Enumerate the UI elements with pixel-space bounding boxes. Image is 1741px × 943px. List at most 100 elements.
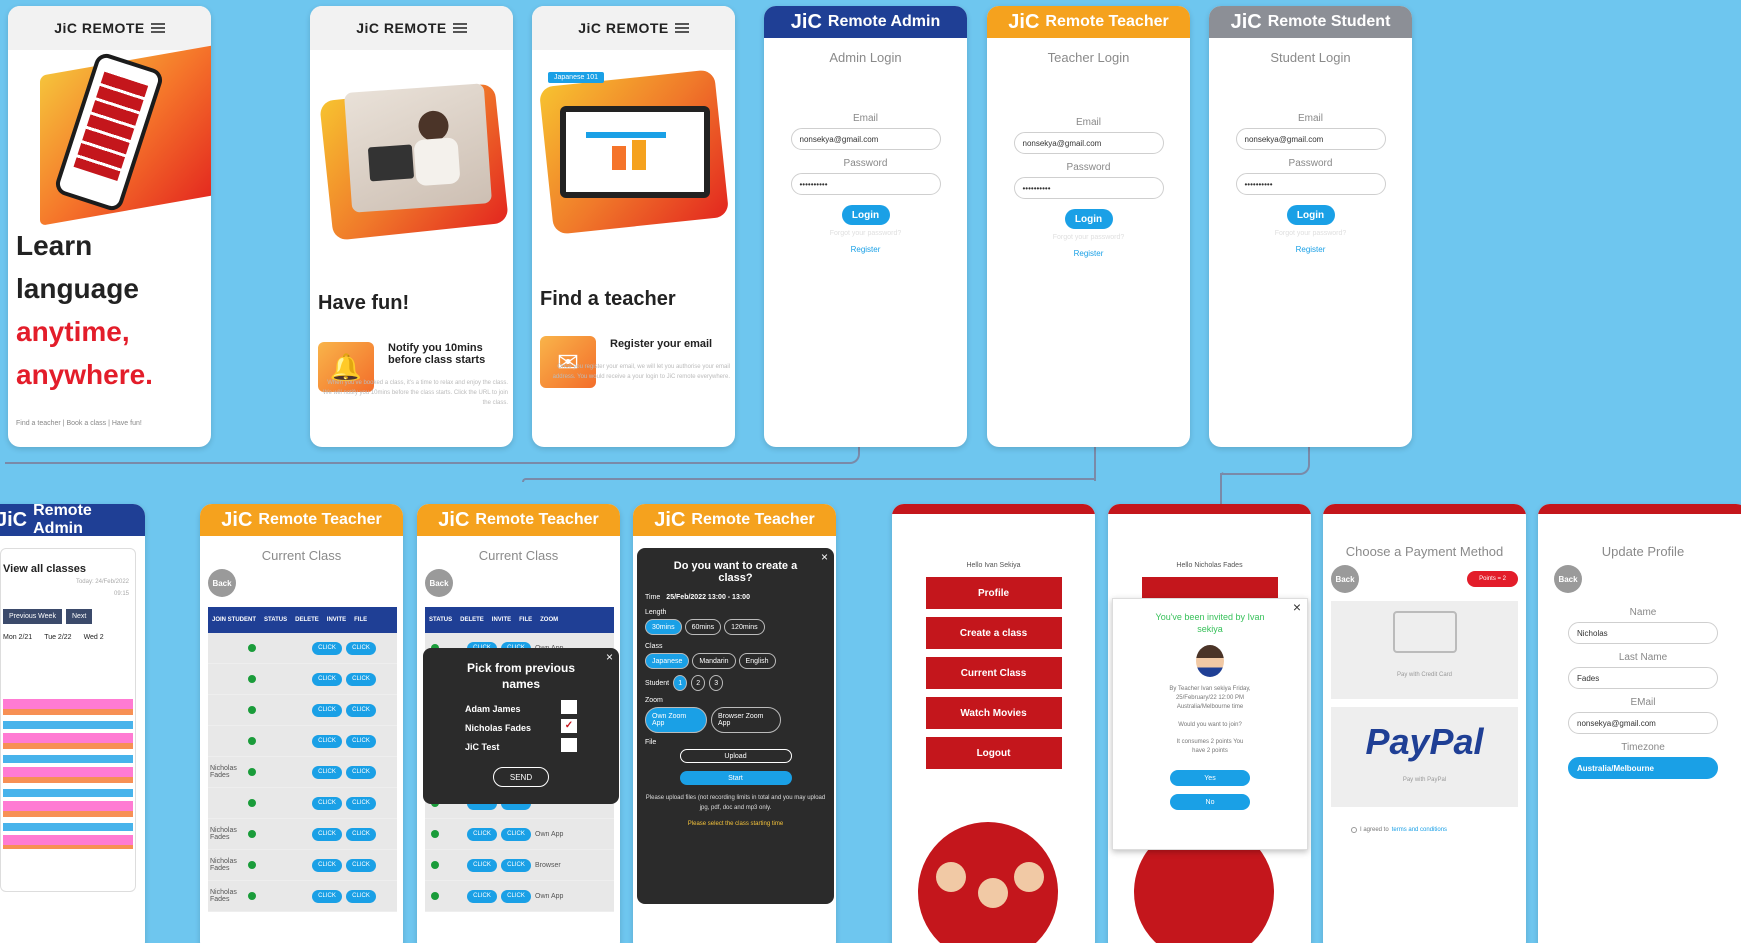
class-option-selected[interactable]: Japanese: [645, 653, 690, 669]
checkbox-checked[interactable]: ✓: [561, 719, 577, 733]
column-header: INVITE: [491, 617, 512, 623]
menu-button[interactable]: [1141, 577, 1278, 599]
back-button[interactable]: Back: [425, 569, 453, 597]
password-field[interactable]: ••••••••••: [1235, 173, 1386, 195]
click-button[interactable]: CLICK: [312, 827, 342, 841]
click-button[interactable]: CLICK: [346, 858, 376, 872]
length-option[interactable]: 60mins: [684, 619, 722, 635]
email-field[interactable]: nonsekya@gmail.com: [1013, 132, 1164, 154]
password-field[interactable]: ••••••••••: [790, 173, 941, 195]
checkbox[interactable]: [561, 738, 577, 752]
register-link[interactable]: Register: [764, 245, 967, 254]
zoom-option-selected[interactable]: Own Zoom App: [645, 707, 707, 733]
terms-link[interactable]: terms and conditions: [1392, 827, 1447, 833]
click-button[interactable]: CLICK: [312, 734, 342, 748]
back-button[interactable]: Back: [208, 569, 236, 597]
length-option-selected[interactable]: 30mins: [645, 619, 682, 635]
forgot-password-link[interactable]: Forgot your password?: [987, 234, 1190, 241]
click-button[interactable]: CLICK: [346, 703, 376, 717]
profile-button[interactable]: Profile: [925, 577, 1062, 609]
checkbox[interactable]: [561, 700, 577, 714]
click-button[interactable]: CLICK: [346, 765, 376, 779]
column-header: DELETE: [460, 617, 484, 623]
click-button[interactable]: CLICK: [312, 858, 342, 872]
table-row: CLICK CLICK: [208, 788, 397, 819]
login-button[interactable]: Login: [1064, 209, 1113, 229]
login-button[interactable]: Login: [841, 205, 890, 225]
forgot-password-link[interactable]: Forgot your password?: [764, 230, 967, 237]
back-button[interactable]: Back: [1554, 565, 1582, 593]
previous-week-button[interactable]: Previous Week: [3, 609, 62, 624]
register-link[interactable]: Register: [1209, 245, 1412, 254]
student-login-screen: JiC Remote Student Student Login Email no…: [1209, 6, 1412, 447]
password-field[interactable]: ••••••••••: [1013, 177, 1164, 199]
payment-screen: Choose a Payment Method Back Points = 2 …: [1323, 504, 1526, 943]
email-field[interactable]: nonsekya@gmail.com: [1568, 712, 1718, 734]
login-button[interactable]: Login: [1286, 205, 1335, 225]
last-name-field[interactable]: Fades: [1568, 667, 1718, 689]
current-class-button[interactable]: Current Class: [925, 657, 1062, 689]
click-button[interactable]: CLICK: [501, 889, 531, 903]
length-option[interactable]: 120mins: [724, 619, 765, 635]
click-button[interactable]: CLICK: [467, 858, 497, 872]
status-dot: [248, 830, 256, 838]
email-label: Email: [1075, 117, 1101, 128]
terms-checkbox[interactable]: [1351, 827, 1357, 833]
click-button[interactable]: CLICK: [501, 827, 531, 841]
click-button[interactable]: CLICK: [346, 641, 376, 655]
click-button[interactable]: CLICK: [501, 858, 531, 872]
timezone-select[interactable]: Australia/Melbourne: [1568, 757, 1718, 779]
click-button[interactable]: CLICK: [467, 889, 497, 903]
email-field[interactable]: nonsekya@gmail.com: [790, 128, 941, 150]
paypal-option[interactable]: PayPal Pay with PayPal: [1331, 707, 1518, 807]
click-button[interactable]: CLICK: [467, 827, 497, 841]
click-button[interactable]: CLICK: [312, 796, 342, 810]
close-icon[interactable]: ×: [606, 650, 613, 664]
student-count-option[interactable]: 3: [709, 675, 724, 691]
click-button[interactable]: CLICK: [312, 672, 342, 686]
mobile-header: JiC REMOTE: [8, 6, 211, 50]
click-button[interactable]: CLICK: [346, 734, 376, 748]
close-icon[interactable]: ×: [1293, 599, 1301, 615]
forgot-password-link[interactable]: Forgot your password?: [1209, 230, 1412, 237]
click-button[interactable]: CLICK: [312, 641, 342, 655]
login-title: Teacher Login: [1047, 50, 1130, 65]
click-button[interactable]: CLICK: [346, 672, 376, 686]
watch-movies-button[interactable]: Watch Movies: [925, 697, 1062, 729]
click-button[interactable]: CLICK: [346, 796, 376, 810]
class-option[interactable]: English: [738, 653, 776, 669]
email-field[interactable]: nonsekya@gmail.com: [1235, 128, 1386, 150]
register-link[interactable]: Register: [987, 249, 1190, 258]
click-button[interactable]: CLICK: [312, 703, 342, 717]
name-field[interactable]: Nicholas: [1568, 622, 1718, 644]
back-button[interactable]: Back: [1331, 565, 1359, 593]
create-class-button[interactable]: Create a class: [925, 617, 1062, 649]
no-button[interactable]: No: [1170, 794, 1250, 810]
login-title: Student Login: [1270, 50, 1351, 65]
upload-button[interactable]: Upload: [679, 749, 792, 763]
column-header: FILE: [519, 617, 533, 623]
time-value[interactable]: 25/Feb/2022 13:00 - 13:00: [666, 594, 750, 601]
feature-title: Notify you 10mins before class starts: [388, 342, 486, 366]
click-button[interactable]: CLICK: [346, 827, 376, 841]
menu-icon[interactable]: [452, 23, 467, 33]
zoom-option[interactable]: Browser Zoom App: [711, 707, 781, 733]
close-icon[interactable]: ×: [821, 550, 828, 564]
send-button[interactable]: SEND: [493, 767, 549, 787]
start-button[interactable]: Start: [679, 771, 792, 785]
yes-button[interactable]: Yes: [1170, 770, 1250, 786]
class-option[interactable]: Mandarin: [692, 653, 736, 669]
logout-button[interactable]: Logout: [925, 737, 1062, 769]
menu-icon[interactable]: [150, 23, 165, 33]
logo: JiC: [1008, 10, 1040, 33]
menu-icon[interactable]: [674, 23, 689, 33]
credit-card-option[interactable]: Pay with Credit Card: [1331, 601, 1518, 699]
page-title: Update Profile: [1601, 544, 1685, 559]
click-button[interactable]: CLICK: [312, 889, 342, 903]
click-button[interactable]: CLICK: [346, 889, 376, 903]
next-week-button[interactable]: Next: [65, 609, 93, 624]
click-button[interactable]: CLICK: [312, 765, 342, 779]
student-count-selected[interactable]: 1: [673, 675, 688, 691]
field-label: Length: [645, 609, 667, 616]
student-count-option[interactable]: 2: [691, 675, 706, 691]
